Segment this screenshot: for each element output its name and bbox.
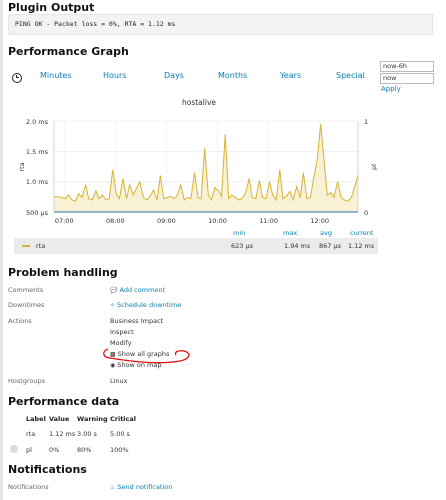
schedule-downtime-link[interactable]: ✧ Schedule downtime xyxy=(110,301,181,309)
perf-row-rta-value: 1.12 ms xyxy=(49,430,76,438)
plug-icon: ✧ xyxy=(110,302,116,309)
perf-header-value: Value xyxy=(49,415,70,423)
y2-axis-label: pl xyxy=(370,164,378,170)
y2-tick-label: 1 xyxy=(364,118,368,126)
legend-avg-value: 867 µs xyxy=(319,242,341,250)
x-tick-label: 07:00 xyxy=(55,217,74,225)
perf-row-pl-warning: 80% xyxy=(77,446,92,454)
downtimes-label: Downtimes xyxy=(8,301,45,309)
y-tick-label: 1.5 ms xyxy=(26,148,49,156)
rta-legend-swatch xyxy=(22,245,30,247)
hostgroups-label: Hostgroups xyxy=(8,377,46,385)
legend-max-value: 1.94 ms xyxy=(284,242,311,250)
notifications-heading: Notifications xyxy=(8,463,87,476)
y-tick-label: 500 µs xyxy=(26,209,49,217)
notifications-label: Notifications xyxy=(8,483,49,491)
perf-header-warning: Warning xyxy=(77,415,108,423)
bell-icon: ♨ xyxy=(110,484,116,491)
add-comment-link[interactable]: 💬 Add comment xyxy=(110,286,165,294)
x-tick-labels: 07:00 08:00 09:00 10:00 11:00 12:00 xyxy=(55,217,329,225)
perf-row-pl-critical: 100% xyxy=(110,446,129,454)
legend-header-current: current xyxy=(350,229,374,237)
send-notification-link[interactable]: ♨ Send notification xyxy=(110,483,172,491)
performance-data-heading: Performance data xyxy=(8,395,120,408)
hostgroups-value[interactable]: Linux xyxy=(110,377,128,385)
perf-header-label: Label xyxy=(26,415,46,423)
x-tick-label: 11:00 xyxy=(259,217,278,225)
pl-status-dot xyxy=(10,445,18,453)
comments-label: Comments xyxy=(8,286,44,294)
perf-row-rta-label: rta xyxy=(26,430,36,438)
perf-row-pl-label: pl xyxy=(26,446,32,454)
legend-row-rta[interactable]: rta 623 µs 1.94 ms 867 µs 1.12 ms xyxy=(14,238,378,254)
actions-label: Actions xyxy=(8,317,32,325)
y-axis-label: rta xyxy=(18,162,26,171)
perf-row-rta-critical: 5.00 s xyxy=(110,430,130,438)
legend-header-min: min xyxy=(233,229,246,237)
legend-series-name: rta xyxy=(36,242,46,250)
perf-row-pl-value: 0% xyxy=(49,446,60,454)
legend-min-value: 623 µs xyxy=(231,242,253,250)
x-tick-label: 10:00 xyxy=(208,217,227,225)
action-inspect[interactable]: Inspect xyxy=(110,328,134,336)
comment-icon: 💬 xyxy=(110,287,118,294)
perf-header-critical: Critical xyxy=(110,415,137,423)
x-tick-label: 12:00 xyxy=(310,217,329,225)
y2-tick-label: 0 xyxy=(364,209,368,217)
red-annotation-scribble xyxy=(103,348,190,364)
performance-chart: hostalive rta pl 2.0 ms 1.5 ms 1.0 ms 50… xyxy=(18,98,378,225)
y-tick-label: 1.0 ms xyxy=(26,178,49,186)
y-tick-label: 2.0 ms xyxy=(26,118,49,126)
action-business-impact[interactable]: Business Impact xyxy=(110,317,163,325)
x-tick-label: 09:00 xyxy=(157,217,176,225)
perf-row-rta-warning: 3.00 s xyxy=(77,430,97,438)
legend-header-max: max xyxy=(283,229,298,237)
chart-title: hostalive xyxy=(182,98,216,107)
x-tick-label: 08:00 xyxy=(106,217,125,225)
legend-current-value: 1.12 ms xyxy=(348,242,375,250)
legend-header-avg: avg xyxy=(320,229,332,237)
problem-handling-heading: Problem handling xyxy=(8,266,118,279)
